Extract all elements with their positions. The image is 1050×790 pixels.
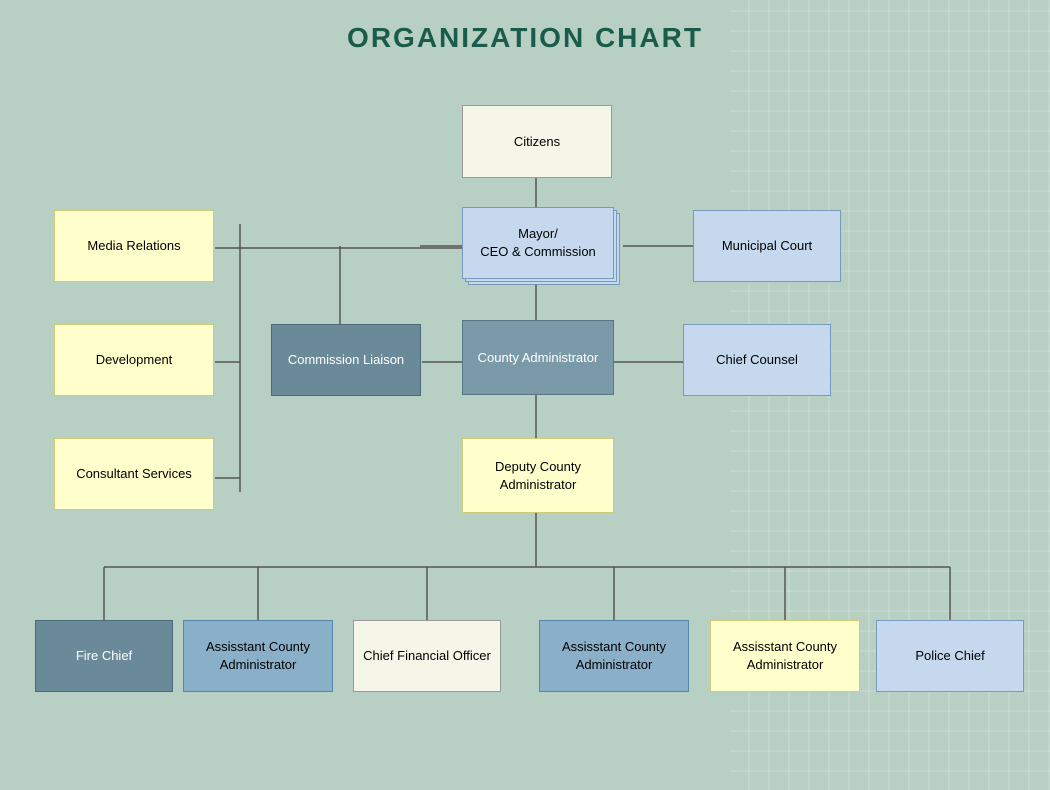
media-relations-box: Media Relations [54,210,214,282]
chief-counsel-label: Chief Counsel [716,351,798,369]
asst-county-admin2-box: Assisstant County Administrator [539,620,689,692]
county-admin-label: County Administrator [478,349,599,367]
page-title: ORGANIZATION CHART [0,0,1050,54]
deputy-county-admin-label: Deputy County Administrator [471,458,605,493]
development-label: Development [96,351,173,369]
asst-county-admin2-label: Assisstant County Administrator [548,638,680,673]
media-relations-label: Media Relations [87,237,180,255]
consultant-services-label: Consultant Services [76,465,192,483]
deputy-county-admin-box: Deputy County Administrator [462,438,614,513]
fire-chief-label: Fire Chief [76,647,132,665]
chief-counsel-box: Chief Counsel [683,324,831,396]
mayor-label: Mayor/CEO & Commission [480,225,596,260]
municipal-court-label: Municipal Court [722,237,812,255]
commission-liaison-box: Commission Liaison [271,324,421,396]
fire-chief-box: Fire Chief [35,620,173,692]
asst-county-admin1-box: Assisstant County Administrator [183,620,333,692]
cfo-label: Chief Financial Officer [363,647,491,665]
asst-county-admin3-label: Assisstant County Administrator [719,638,851,673]
county-admin-box: County Administrator [462,320,614,395]
citizens-box: Citizens [462,105,612,178]
police-chief-label: Police Chief [915,647,984,665]
cfo-box: Chief Financial Officer [353,620,501,692]
development-box: Development [54,324,214,396]
municipal-court-box: Municipal Court [693,210,841,282]
police-chief-box: Police Chief [876,620,1024,692]
commission-liaison-label: Commission Liaison [288,351,404,369]
mayor-box: Mayor/CEO & Commission [462,207,614,279]
asst-county-admin1-label: Assisstant County Administrator [192,638,324,673]
chart-container: ORGANIZATION CHART [0,0,1050,790]
asst-county-admin3-box: Assisstant County Administrator [710,620,860,692]
citizens-label: Citizens [514,133,560,151]
consultant-services-box: Consultant Services [54,438,214,510]
